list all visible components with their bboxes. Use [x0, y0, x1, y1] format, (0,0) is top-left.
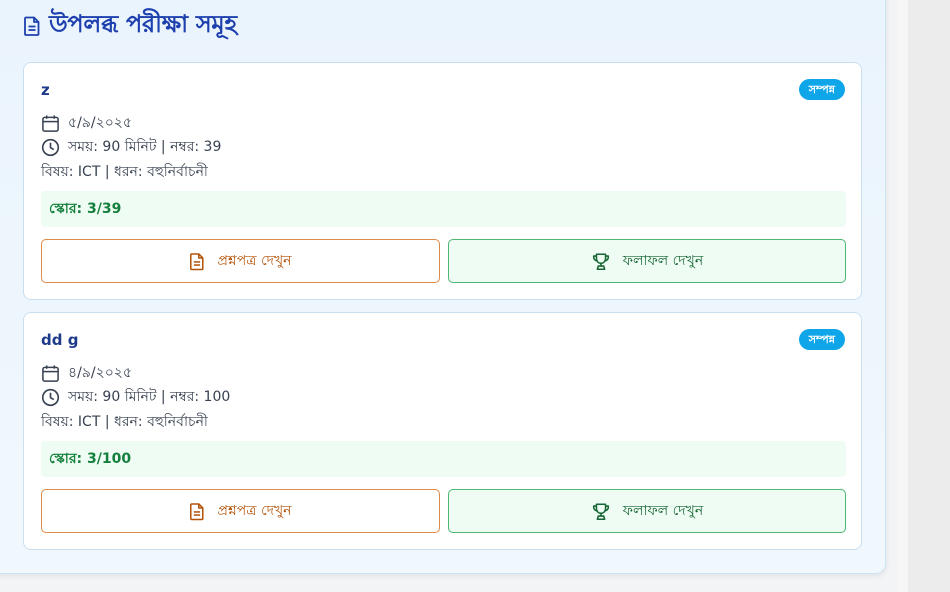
- view-result-button[interactable]: ফলাফল দেখুন: [448, 489, 846, 533]
- view-question-paper-button[interactable]: প্রশ্নপত্র দেখুন: [41, 489, 440, 533]
- calendar-icon: [42, 364, 59, 382]
- page-side-strip: [898, 0, 950, 592]
- view-result-label: ফলাফল দেখুন: [622, 253, 704, 269]
- exam-date-row: ৫/৯/২০২৫: [41, 111, 132, 135]
- exam-title: dd g: [41, 331, 79, 349]
- exam-subject-type: বিষয়: ICT | ধরন: বহুনির্বাচনী: [41, 414, 208, 430]
- view-question-paper-button[interactable]: প্রশ্নপত্র দেখুন: [41, 239, 440, 283]
- view-question-paper-label: প্রশ্নপত্র দেখুন: [217, 503, 292, 519]
- exam-duration-row: সময়: 90 মিনিট | নম্বর: 39: [41, 135, 221, 159]
- exam-card: z সম্পন্ন ৫/৯/২০২৫ সময়: 90 মিনিট | নম্ব…: [23, 62, 862, 300]
- clock-icon: [41, 138, 60, 156]
- exam-title: z: [41, 81, 50, 99]
- panel-header: উপলব্ধ পরীক্ষা সমূহ: [23, 9, 237, 43]
- exam-date: ৫/৯/২০২৫: [68, 115, 132, 131]
- trophy-icon: [592, 252, 609, 270]
- exams-panel: উপলব্ধ পরীক্ষা সমূহ z সম্পন্ন ৫/৯/২০২৫ স…: [0, 0, 886, 574]
- exam-duration-marks: সময়: 90 মিনিট | নম্বর: 100: [68, 389, 231, 405]
- score-box: স্কোর: 3/100: [41, 441, 846, 477]
- exam-duration-row: সময়: 90 মিনিট | নম্বর: 100: [41, 385, 230, 409]
- document-icon: [190, 252, 204, 270]
- document-icon: [190, 502, 204, 520]
- clock-icon: [41, 388, 60, 406]
- exam-date-row: ৪/৯/২০২৫: [41, 361, 132, 385]
- calendar-icon: [42, 114, 59, 132]
- page-title: উপলব্ধ পরীক্ষা সমূহ: [49, 10, 237, 38]
- exam-subject-type: বিষয়: ICT | ধরন: বহুনির্বাচনী: [41, 164, 208, 180]
- exam-card: dd g সম্পন্ন ৪/৯/২০২৫ সময়: 90 মিনিট | ন…: [23, 312, 862, 550]
- exam-date: ৪/৯/২০২৫: [68, 365, 132, 381]
- score-box: স্কোর: 3/39: [41, 191, 846, 227]
- view-question-paper-label: প্রশ্নপত্র দেখুন: [217, 253, 292, 269]
- trophy-icon: [592, 502, 609, 520]
- exam-duration-marks: সময়: 90 মিনিট | নম্বর: 39: [68, 139, 222, 155]
- view-result-label: ফলাফল দেখুন: [622, 503, 704, 519]
- status-badge: সম্পন্ন: [798, 329, 845, 350]
- document-icon: [23, 16, 41, 36]
- view-result-button[interactable]: ফলাফল দেখুন: [448, 239, 846, 283]
- status-badge: সম্পন্ন: [798, 79, 845, 100]
